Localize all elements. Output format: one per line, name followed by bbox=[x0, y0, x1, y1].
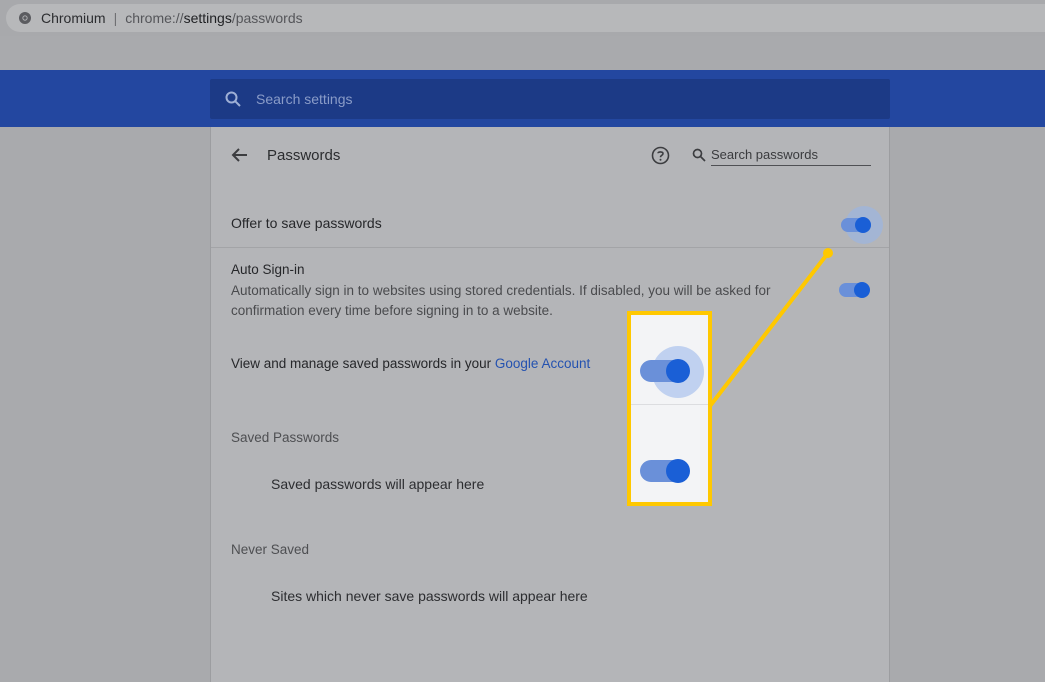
url-path: /passwords bbox=[231, 10, 303, 26]
search-passwords-icon bbox=[692, 148, 706, 162]
browser-app-name: Chromium bbox=[41, 10, 106, 26]
toggle-knob bbox=[666, 459, 690, 483]
omnibox-separator: | bbox=[113, 10, 118, 26]
google-account-link[interactable]: Google Account bbox=[495, 356, 590, 371]
toolbar-area bbox=[0, 36, 1045, 70]
omnibox[interactable]: Chromium | chrome://settings/passwords bbox=[6, 4, 1045, 32]
section-divider bbox=[211, 247, 889, 248]
back-arrow-icon[interactable] bbox=[231, 146, 249, 164]
callout-divider bbox=[631, 404, 708, 405]
toggle-knob bbox=[854, 282, 870, 298]
chromium-icon bbox=[19, 12, 31, 24]
passwords-card: Passwords Search passwords Offer to save… bbox=[210, 127, 890, 682]
toggle-knob bbox=[666, 359, 690, 383]
page-title: Passwords bbox=[267, 147, 341, 164]
never-saved-header: Never Saved bbox=[231, 542, 310, 557]
saved-passwords-empty: Saved passwords will appear here bbox=[271, 476, 485, 492]
callout-toggle[interactable] bbox=[638, 457, 698, 487]
settings-header: Search settings bbox=[0, 70, 1045, 127]
manage-passwords-prefix: View and manage saved passwords in your bbox=[231, 356, 495, 371]
callout-toggle-focused[interactable] bbox=[638, 338, 708, 408]
help-icon[interactable] bbox=[651, 146, 670, 165]
settings-search-placeholder: Search settings bbox=[256, 91, 353, 107]
offer-to-save-toggle[interactable] bbox=[835, 206, 883, 244]
search-icon bbox=[225, 91, 241, 107]
settings-search-field[interactable]: Search settings bbox=[210, 79, 890, 119]
auto-signin-toggle[interactable] bbox=[839, 282, 873, 298]
never-saved-empty: Sites which never save passwords will ap… bbox=[271, 588, 588, 604]
browser-address-bar: Chromium | chrome://settings/passwords bbox=[0, 0, 1045, 36]
offer-to-save-label: Offer to save passwords bbox=[231, 215, 382, 231]
card-title-row: Passwords Search passwords bbox=[211, 127, 889, 183]
search-passwords-input[interactable]: Search passwords bbox=[711, 144, 871, 166]
url-host: settings bbox=[183, 10, 232, 26]
toggle-knob bbox=[855, 217, 871, 233]
saved-passwords-header: Saved Passwords bbox=[231, 430, 340, 445]
auto-signin-label: Auto Sign-in bbox=[231, 262, 305, 277]
manage-passwords-text: View and manage saved passwords in your … bbox=[231, 356, 590, 371]
url-scheme: chrome:// bbox=[125, 10, 184, 26]
toggle-callout-box bbox=[627, 311, 712, 506]
